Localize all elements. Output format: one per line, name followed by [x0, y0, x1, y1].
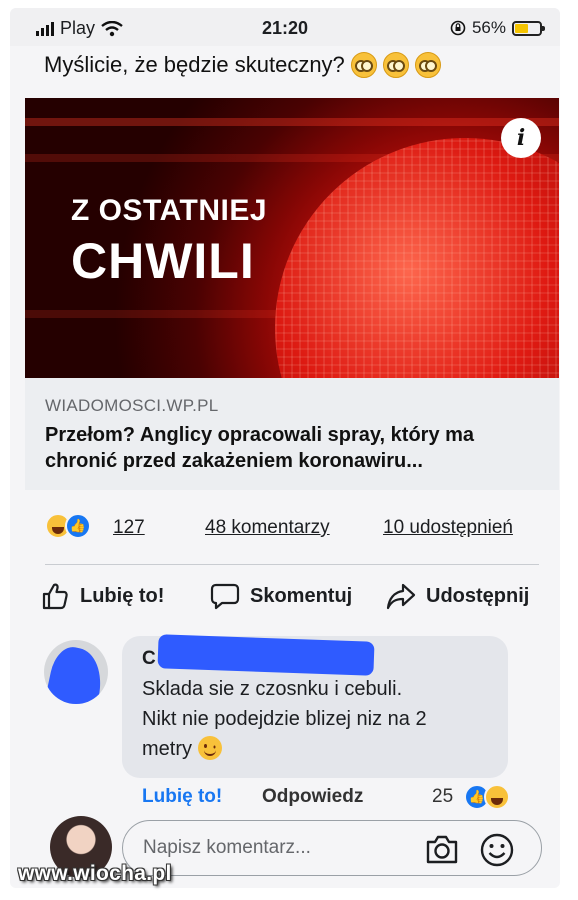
site-watermark: www.wiocha.pl [18, 862, 172, 885]
info-icon[interactable]: i [501, 118, 541, 158]
comment-author[interactable]: C [142, 648, 156, 670]
status-bar: Play 21:20 56% [10, 8, 560, 46]
thumbnail-line2: CHWILI [71, 233, 255, 289]
like-button[interactable]: Lubię to! [40, 574, 164, 618]
redaction-scribble [157, 634, 375, 676]
share-button[interactable]: Udostępnij [386, 574, 529, 618]
like-label: Lubię to! [80, 584, 165, 607]
battery-info: 56% [450, 18, 545, 38]
link-thumbnail[interactable]: Z OSTATNIEJ CHWILI i [25, 98, 559, 378]
comment-line: Sklada sie z czosnku i cebuli. [142, 678, 403, 700]
share-label: Udostępnij [426, 584, 530, 607]
share-arrow-icon [386, 583, 416, 610]
comment-reaction-icons[interactable]: 👍 [464, 784, 510, 810]
comment-button[interactable]: Skomentuj [210, 574, 352, 618]
orientation-lock-icon [450, 20, 466, 36]
comment-actions: Lubię to! Odpowiedz 25 👍 [140, 784, 530, 814]
commenter-avatar[interactable] [44, 640, 108, 704]
link-domain: WIADOMOSCI.WP.PL [45, 396, 219, 415]
post-text: Myślicie, że będzie skuteczny? [44, 52, 441, 78]
like-reaction-icon: 👍 [65, 513, 91, 539]
monocle-face-icon [350, 52, 377, 78]
phone-screen: Play 21:20 56% Myślicie, że będzie skute… [10, 8, 560, 888]
comment-bubble: C Sklada sie z czosnku i cebuli. Nikt ni… [122, 634, 508, 778]
shares-count-link[interactable]: 10 udostępnień [383, 517, 513, 539]
comment-input-placeholder: Napisz komentarz... [143, 837, 311, 858]
reaction-icons[interactable]: 👍 [45, 513, 91, 539]
post-action-bar: Lubię to! Skomentuj Udostępnij [40, 574, 560, 618]
link-headline[interactable]: Przełom? Anglicy opracowali spray, który… [45, 422, 545, 474]
comment-line: metry [142, 734, 498, 764]
globe-graphic [275, 138, 559, 378]
comment-reply-button[interactable]: Odpowiedz [262, 786, 363, 808]
divider [45, 564, 539, 565]
speech-bubble-icon [210, 583, 240, 610]
haha-reaction-icon [484, 784, 510, 810]
reactions-summary: 👍 127 48 komentarzy 10 udostępnień [45, 513, 545, 543]
comment-line-end: metry [142, 738, 192, 760]
monocle-face-icon [382, 52, 409, 78]
thumbnail-line1: Z OSTATNIEJ [71, 194, 268, 227]
thumbs-up-icon [42, 583, 68, 610]
comment-like-button[interactable]: Lubię to! [142, 786, 222, 808]
redaction-blot [44, 643, 108, 704]
monocle-face-icon [414, 52, 441, 78]
comment-input[interactable]: Napisz komentarz... [122, 820, 542, 876]
link-preview-card[interactable]: Z OSTATNIEJ CHWILI i WIADOMOSCI.WP.PL Pr… [25, 98, 559, 490]
comment-reaction-count[interactable]: 25 [432, 786, 453, 808]
winking-face-icon [197, 736, 222, 760]
camera-icon[interactable] [425, 833, 459, 865]
battery-percent: 56% [471, 18, 506, 37]
comment-text: Sklada sie z czosnku i cebuli. Nikt nie … [142, 674, 498, 764]
reaction-count[interactable]: 127 [113, 517, 145, 539]
comment-line: Nikt nie podejdzie blizej niz na 2 [142, 708, 427, 730]
emoji-picker-icon[interactable] [479, 832, 515, 868]
comment-label: Skomentuj [250, 584, 353, 607]
battery-icon [512, 20, 545, 36]
comments-count-link[interactable]: 48 komentarzy [205, 517, 330, 539]
post-caption: Myślicie, że będzie skuteczny? [44, 52, 345, 77]
